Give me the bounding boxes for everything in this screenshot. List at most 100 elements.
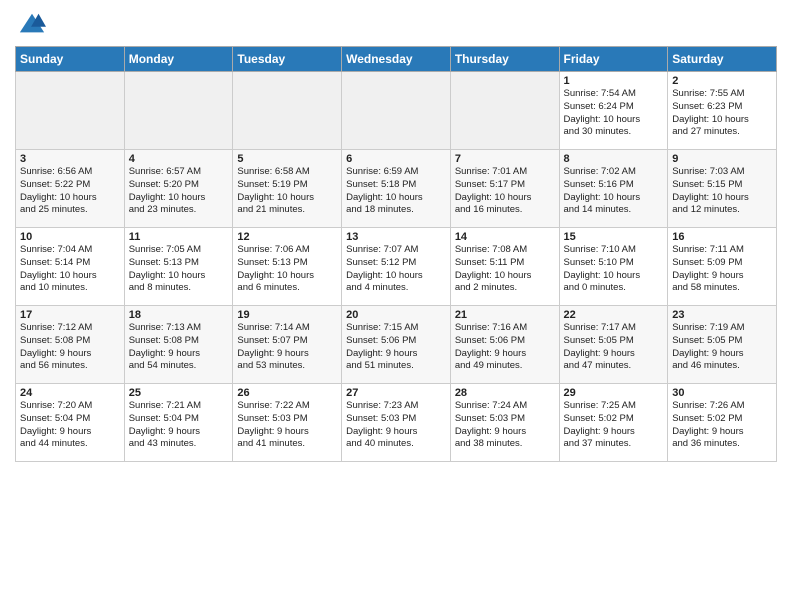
week-row-5: 24Sunrise: 7:20 AM Sunset: 5:04 PM Dayli… bbox=[16, 384, 777, 462]
day-number: 8 bbox=[564, 153, 664, 165]
weekday-header-friday: Friday bbox=[559, 47, 668, 72]
day-info: Sunrise: 7:03 AM Sunset: 5:15 PM Dayligh… bbox=[672, 166, 772, 217]
day-info: Sunrise: 7:02 AM Sunset: 5:16 PM Dayligh… bbox=[564, 166, 664, 217]
weekday-header-sunday: Sunday bbox=[16, 47, 125, 72]
day-info: Sunrise: 7:15 AM Sunset: 5:06 PM Dayligh… bbox=[346, 322, 446, 373]
day-cell: 15Sunrise: 7:10 AM Sunset: 5:10 PM Dayli… bbox=[559, 228, 668, 306]
day-cell: 4Sunrise: 6:57 AM Sunset: 5:20 PM Daylig… bbox=[124, 150, 233, 228]
day-info: Sunrise: 6:58 AM Sunset: 5:19 PM Dayligh… bbox=[237, 166, 337, 217]
day-number: 24 bbox=[20, 387, 120, 399]
day-number: 5 bbox=[237, 153, 337, 165]
day-cell bbox=[450, 72, 559, 150]
day-cell: 5Sunrise: 6:58 AM Sunset: 5:19 PM Daylig… bbox=[233, 150, 342, 228]
day-cell bbox=[233, 72, 342, 150]
day-number: 2 bbox=[672, 75, 772, 87]
logo-icon bbox=[18, 10, 46, 38]
day-info: Sunrise: 7:22 AM Sunset: 5:03 PM Dayligh… bbox=[237, 400, 337, 451]
day-info: Sunrise: 7:11 AM Sunset: 5:09 PM Dayligh… bbox=[672, 244, 772, 295]
day-cell: 1Sunrise: 7:54 AM Sunset: 6:24 PM Daylig… bbox=[559, 72, 668, 150]
day-cell: 18Sunrise: 7:13 AM Sunset: 5:08 PM Dayli… bbox=[124, 306, 233, 384]
week-row-3: 10Sunrise: 7:04 AM Sunset: 5:14 PM Dayli… bbox=[16, 228, 777, 306]
day-number: 25 bbox=[129, 387, 229, 399]
day-number: 18 bbox=[129, 309, 229, 321]
day-number: 1 bbox=[564, 75, 664, 87]
day-number: 6 bbox=[346, 153, 446, 165]
day-number: 22 bbox=[564, 309, 664, 321]
day-number: 20 bbox=[346, 309, 446, 321]
day-cell: 11Sunrise: 7:05 AM Sunset: 5:13 PM Dayli… bbox=[124, 228, 233, 306]
day-info: Sunrise: 7:08 AM Sunset: 5:11 PM Dayligh… bbox=[455, 244, 555, 295]
day-info: Sunrise: 7:10 AM Sunset: 5:10 PM Dayligh… bbox=[564, 244, 664, 295]
day-cell: 2Sunrise: 7:55 AM Sunset: 6:23 PM Daylig… bbox=[668, 72, 777, 150]
day-cell bbox=[16, 72, 125, 150]
day-number: 12 bbox=[237, 231, 337, 243]
logo bbox=[15, 10, 46, 38]
day-cell: 26Sunrise: 7:22 AM Sunset: 5:03 PM Dayli… bbox=[233, 384, 342, 462]
day-cell: 23Sunrise: 7:19 AM Sunset: 5:05 PM Dayli… bbox=[668, 306, 777, 384]
day-cell: 7Sunrise: 7:01 AM Sunset: 5:17 PM Daylig… bbox=[450, 150, 559, 228]
day-info: Sunrise: 7:06 AM Sunset: 5:13 PM Dayligh… bbox=[237, 244, 337, 295]
day-info: Sunrise: 7:55 AM Sunset: 6:23 PM Dayligh… bbox=[672, 88, 772, 139]
day-cell: 24Sunrise: 7:20 AM Sunset: 5:04 PM Dayli… bbox=[16, 384, 125, 462]
day-info: Sunrise: 7:23 AM Sunset: 5:03 PM Dayligh… bbox=[346, 400, 446, 451]
day-info: Sunrise: 7:54 AM Sunset: 6:24 PM Dayligh… bbox=[564, 88, 664, 139]
day-number: 16 bbox=[672, 231, 772, 243]
day-number: 28 bbox=[455, 387, 555, 399]
day-number: 4 bbox=[129, 153, 229, 165]
day-cell: 3Sunrise: 6:56 AM Sunset: 5:22 PM Daylig… bbox=[16, 150, 125, 228]
day-number: 13 bbox=[346, 231, 446, 243]
week-row-4: 17Sunrise: 7:12 AM Sunset: 5:08 PM Dayli… bbox=[16, 306, 777, 384]
weekday-header-monday: Monday bbox=[124, 47, 233, 72]
day-number: 7 bbox=[455, 153, 555, 165]
day-cell: 14Sunrise: 7:08 AM Sunset: 5:11 PM Dayli… bbox=[450, 228, 559, 306]
day-number: 23 bbox=[672, 309, 772, 321]
day-info: Sunrise: 7:07 AM Sunset: 5:12 PM Dayligh… bbox=[346, 244, 446, 295]
weekday-header-saturday: Saturday bbox=[668, 47, 777, 72]
header bbox=[15, 10, 777, 38]
day-number: 19 bbox=[237, 309, 337, 321]
day-info: Sunrise: 7:21 AM Sunset: 5:04 PM Dayligh… bbox=[129, 400, 229, 451]
day-number: 27 bbox=[346, 387, 446, 399]
weekday-header-wednesday: Wednesday bbox=[342, 47, 451, 72]
day-info: Sunrise: 6:57 AM Sunset: 5:20 PM Dayligh… bbox=[129, 166, 229, 217]
day-number: 21 bbox=[455, 309, 555, 321]
day-info: Sunrise: 7:26 AM Sunset: 5:02 PM Dayligh… bbox=[672, 400, 772, 451]
day-number: 30 bbox=[672, 387, 772, 399]
logo-text bbox=[15, 10, 46, 38]
day-cell bbox=[342, 72, 451, 150]
day-info: Sunrise: 7:20 AM Sunset: 5:04 PM Dayligh… bbox=[20, 400, 120, 451]
day-cell: 6Sunrise: 6:59 AM Sunset: 5:18 PM Daylig… bbox=[342, 150, 451, 228]
weekday-header-thursday: Thursday bbox=[450, 47, 559, 72]
day-cell: 25Sunrise: 7:21 AM Sunset: 5:04 PM Dayli… bbox=[124, 384, 233, 462]
day-info: Sunrise: 7:14 AM Sunset: 5:07 PM Dayligh… bbox=[237, 322, 337, 373]
day-info: Sunrise: 7:19 AM Sunset: 5:05 PM Dayligh… bbox=[672, 322, 772, 373]
day-number: 11 bbox=[129, 231, 229, 243]
day-cell: 19Sunrise: 7:14 AM Sunset: 5:07 PM Dayli… bbox=[233, 306, 342, 384]
day-number: 9 bbox=[672, 153, 772, 165]
day-info: Sunrise: 7:01 AM Sunset: 5:17 PM Dayligh… bbox=[455, 166, 555, 217]
day-cell: 16Sunrise: 7:11 AM Sunset: 5:09 PM Dayli… bbox=[668, 228, 777, 306]
day-number: 29 bbox=[564, 387, 664, 399]
day-cell: 28Sunrise: 7:24 AM Sunset: 5:03 PM Dayli… bbox=[450, 384, 559, 462]
day-number: 17 bbox=[20, 309, 120, 321]
calendar-table: SundayMondayTuesdayWednesdayThursdayFrid… bbox=[15, 46, 777, 462]
day-number: 26 bbox=[237, 387, 337, 399]
day-cell: 8Sunrise: 7:02 AM Sunset: 5:16 PM Daylig… bbox=[559, 150, 668, 228]
day-cell: 22Sunrise: 7:17 AM Sunset: 5:05 PM Dayli… bbox=[559, 306, 668, 384]
day-info: Sunrise: 7:05 AM Sunset: 5:13 PM Dayligh… bbox=[129, 244, 229, 295]
weekday-header-row: SundayMondayTuesdayWednesdayThursdayFrid… bbox=[16, 47, 777, 72]
day-cell: 29Sunrise: 7:25 AM Sunset: 5:02 PM Dayli… bbox=[559, 384, 668, 462]
day-info: Sunrise: 6:59 AM Sunset: 5:18 PM Dayligh… bbox=[346, 166, 446, 217]
day-info: Sunrise: 7:04 AM Sunset: 5:14 PM Dayligh… bbox=[20, 244, 120, 295]
day-info: Sunrise: 7:24 AM Sunset: 5:03 PM Dayligh… bbox=[455, 400, 555, 451]
day-info: Sunrise: 7:12 AM Sunset: 5:08 PM Dayligh… bbox=[20, 322, 120, 373]
day-cell: 17Sunrise: 7:12 AM Sunset: 5:08 PM Dayli… bbox=[16, 306, 125, 384]
day-cell: 9Sunrise: 7:03 AM Sunset: 5:15 PM Daylig… bbox=[668, 150, 777, 228]
day-info: Sunrise: 7:25 AM Sunset: 5:02 PM Dayligh… bbox=[564, 400, 664, 451]
day-info: Sunrise: 6:56 AM Sunset: 5:22 PM Dayligh… bbox=[20, 166, 120, 217]
day-cell: 27Sunrise: 7:23 AM Sunset: 5:03 PM Dayli… bbox=[342, 384, 451, 462]
day-cell: 12Sunrise: 7:06 AM Sunset: 5:13 PM Dayli… bbox=[233, 228, 342, 306]
week-row-2: 3Sunrise: 6:56 AM Sunset: 5:22 PM Daylig… bbox=[16, 150, 777, 228]
day-info: Sunrise: 7:16 AM Sunset: 5:06 PM Dayligh… bbox=[455, 322, 555, 373]
day-cell: 21Sunrise: 7:16 AM Sunset: 5:06 PM Dayli… bbox=[450, 306, 559, 384]
